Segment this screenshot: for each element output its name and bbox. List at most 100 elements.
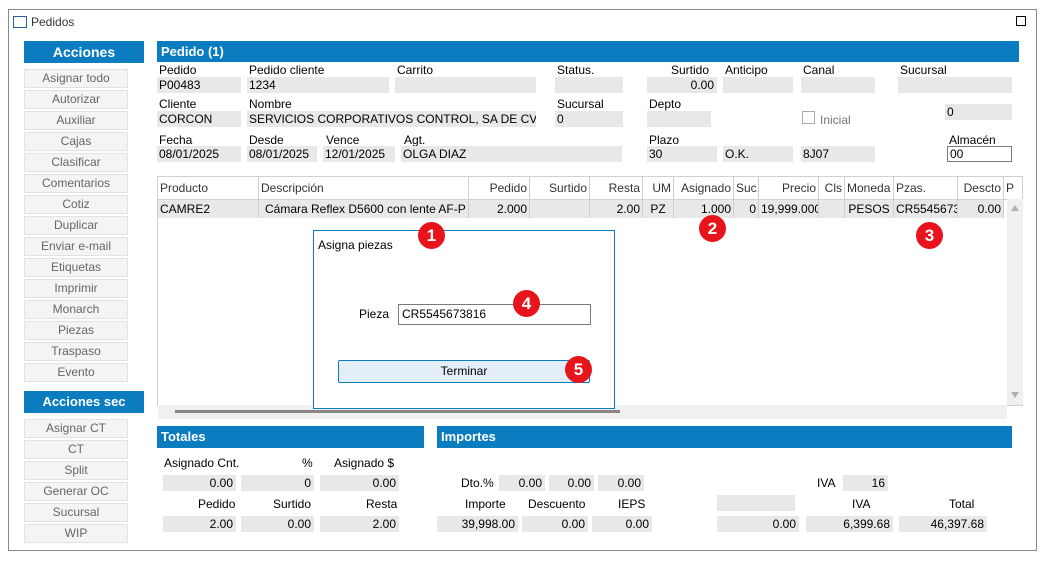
col-um[interactable]: UM [643,177,674,200]
asignado-cnt-field[interactable]: 0.00 [163,475,236,491]
desde-field[interactable]: 08/01/2025 [247,146,317,162]
almacen-field[interactable]: 00 [947,146,1012,162]
tot-resta-field[interactable]: 2.00 [320,516,399,532]
dto2-field[interactable]: 0.00 [549,475,594,491]
nombre-field[interactable]: SERVICIOS CORPORATIVOS CONTROL, SA DE CV [247,111,536,127]
row-producto[interactable]: CAMRE2 [158,200,259,218]
acciones-button-10[interactable]: Imprimir [24,279,128,298]
acciones-button-9[interactable]: Etiquetas [24,258,128,277]
col-descto[interactable]: Descto [958,177,1004,200]
row-surtido[interactable] [530,200,590,218]
row-descripcion[interactable]: Cámara Reflex D5600 con lente AF-P I [259,200,469,218]
descuento-field[interactable]: 0.00 [522,516,588,532]
row-resta[interactable]: 2.00 [590,200,643,218]
col-resta[interactable]: Resta [590,177,643,200]
sucursal2-field[interactable]: 0 [555,111,623,127]
acciones-sec-button-3[interactable]: Generar OC [24,482,128,501]
importes-header: Importes [437,426,1012,448]
col-descripcion[interactable]: Descripción [259,177,469,200]
acciones-button-11[interactable]: Monarch [24,300,128,319]
code-field[interactable]: 8J07 [801,146,875,162]
sucursal-field[interactable] [898,77,1012,93]
acciones-sec-button-2[interactable]: Split [24,461,128,480]
col-precio[interactable]: Precio [759,177,819,200]
fecha-field[interactable]: 08/01/2025 [157,146,241,162]
pct-field[interactable]: 0 [241,475,314,491]
blank-amount-field[interactable] [717,495,795,511]
row-precio[interactable]: 19,999.000 [759,200,819,218]
acciones-button-0[interactable]: Asignar todo [24,69,128,88]
dialog-title: Asigna piezas [318,238,393,252]
status-field[interactable] [555,77,623,93]
pedido-field[interactable]: P00483 [157,77,241,93]
col-pzas[interactable]: Pzas. [894,177,958,200]
horizontal-scroll-thumb[interactable] [175,410,620,413]
dto3-field[interactable]: 0.00 [598,475,644,491]
asignado-money-field[interactable]: 0.00 [320,475,399,491]
acciones-button-14[interactable]: Evento [24,363,128,382]
grid-vertical-scrollbar[interactable] [1007,199,1023,405]
anticipo-field[interactable] [723,77,793,93]
row-pedido[interactable]: 2.000 [469,200,530,218]
acciones-button-13[interactable]: Traspaso [24,342,128,361]
plazo-field[interactable]: 30 [647,146,717,162]
iva-rate-field[interactable]: 16 [843,475,888,491]
col-cls[interactable]: Cls [819,177,845,200]
agt-field[interactable]: OLGA DIAZ [401,146,622,162]
acciones-sec-button-5[interactable]: WIP [24,524,128,543]
row-moneda[interactable]: PESOS [845,200,894,218]
col-suc[interactable]: Suc. [734,177,759,200]
row-asignado[interactable]: 1.000 [674,200,734,218]
acciones-button-2[interactable]: Auxiliar [24,111,128,130]
row-descto[interactable]: 0.00 [958,200,1004,218]
row-um[interactable]: PZ [643,200,674,218]
importe-field[interactable]: 39,998.00 [437,516,518,532]
pieza-input[interactable]: CR5545673816 [398,304,591,325]
terminar-button[interactable]: Terminar [338,360,590,383]
sucursal2-label: Sucursal [557,97,604,111]
acciones-button-8[interactable]: Enviar e-mail [24,237,128,256]
window-title: Pedidos [31,15,75,29]
ieps-field[interactable]: 0.00 [592,516,652,532]
col-asignado[interactable]: Asignado [674,177,734,200]
row-pzas[interactable]: CR5545673 [894,200,958,218]
acciones-button-5[interactable]: Comentarios [24,174,128,193]
acciones-button-12[interactable]: Piezas [24,321,128,340]
iva-amount-field[interactable]: 6,399.68 [806,516,893,532]
right-value-field[interactable]: 0 [945,104,1012,120]
acciones-sec-button-1[interactable]: CT [24,440,128,459]
depto-field[interactable] [647,111,711,127]
canal-field[interactable] [801,77,875,93]
acciones-sec-button-4[interactable]: Sucursal [24,503,128,522]
col-producto[interactable]: Producto [158,177,259,200]
col-surtido[interactable]: Surtido [530,177,590,200]
col-p[interactable]: P [1004,177,1022,200]
carrito-field[interactable] [395,77,536,93]
dto1-field[interactable]: 0.00 [499,475,545,491]
cliente-field[interactable]: CORCON [157,111,241,127]
acciones-sec-button-0[interactable]: Asignar CT [24,419,128,438]
depto-label: Depto [649,97,682,111]
inicial-checkbox[interactable] [802,111,815,124]
maximize-button[interactable] [1016,16,1026,26]
acciones-header: Acciones [24,41,144,63]
tot-pedido-field[interactable]: 2.00 [163,516,236,532]
blank-value-field[interactable]: 0.00 [717,516,799,532]
col-pedido[interactable]: Pedido [469,177,530,200]
surtido-field[interactable]: 0.00 [647,77,717,93]
acciones-button-6[interactable]: Cotiz [24,195,128,214]
col-moneda[interactable]: Moneda [845,177,894,200]
acciones-button-7[interactable]: Duplicar [24,216,128,235]
total-field[interactable]: 46,397.68 [899,516,987,532]
row-cls[interactable] [819,200,845,218]
acciones-button-3[interactable]: Cajas [24,132,128,151]
almacen-label: Almacén [949,133,996,147]
vence-field[interactable]: 12/01/2025 [323,146,395,162]
total-label: Total [949,497,975,511]
acciones-button-1[interactable]: Autorizar [24,90,128,109]
pedido-cliente-field[interactable]: 1234 [247,77,389,93]
tot-surtido-field[interactable]: 0.00 [241,516,314,532]
ok-field[interactable]: O.K. [723,146,793,162]
acciones-button-4[interactable]: Clasificar [24,153,128,172]
row-suc[interactable]: 0 [734,200,759,218]
